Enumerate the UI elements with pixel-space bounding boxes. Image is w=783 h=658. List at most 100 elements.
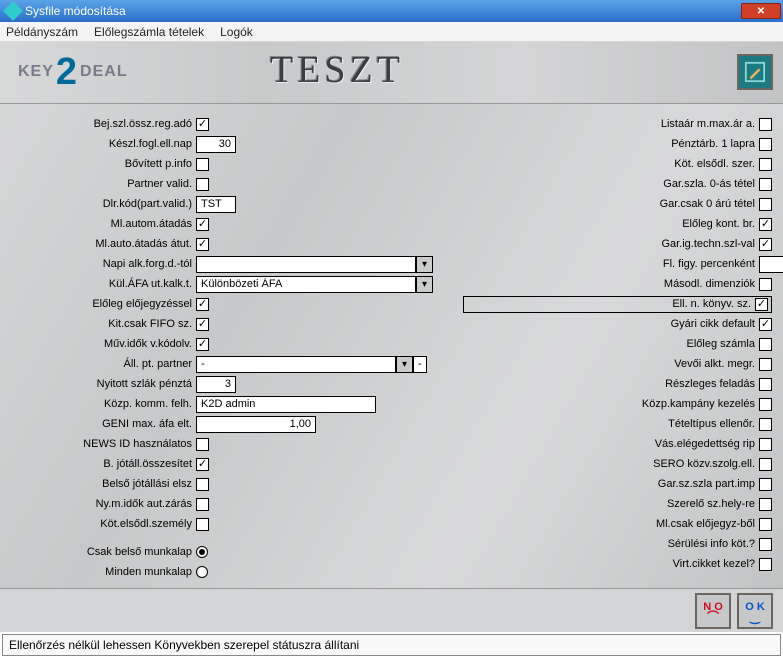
checkbox[interactable] [759,138,772,151]
field-label: Bej.szl.össz.reg.adó [20,118,196,130]
dropdown-button[interactable]: ▾ [396,356,413,373]
form-row: Partner valid. [20,174,433,194]
checkbox[interactable] [759,158,772,171]
field-label: Nyitott szlák pénztá [20,378,196,390]
checkbox[interactable] [196,458,209,471]
text-input[interactable] [759,256,783,273]
checkbox[interactable] [759,198,772,211]
field-label: Csak belső munkalap [20,546,196,558]
field-control [759,158,772,171]
field-control [196,518,209,531]
radio[interactable] [196,546,208,558]
checkbox[interactable] [759,538,772,551]
checkbox[interactable] [196,338,209,351]
checkbox[interactable] [196,218,209,231]
form-row: Bővített p.info [20,154,433,174]
checkbox[interactable] [759,178,772,191]
dropdown-button[interactable]: ▾ [416,256,433,273]
dropdown-input[interactable] [196,356,396,373]
menu-elolegszamla[interactable]: Előlegszámla tételek [94,25,204,39]
form-row: Másodl. dimenziók [463,274,783,294]
form-row: Ml.auto.átadás átut. [20,234,433,254]
form-row: Előleg kont. br. [463,214,783,234]
button-bar: N O ⌒ O K ‿ [0,588,783,632]
field-label: GENI max. áfa elt. [20,418,196,430]
no-button[interactable]: N O ⌒ [695,593,731,629]
checkbox[interactable] [755,298,768,311]
form-row: Belső jótállási elsz [20,474,433,494]
checkbox[interactable] [196,238,209,251]
checkbox[interactable] [759,558,772,571]
form-row: Nyitott szlák pénztá [20,374,433,394]
close-button[interactable]: ✕ [741,3,781,19]
checkbox[interactable] [196,518,209,531]
ok-button[interactable]: O K ‿ [737,593,773,629]
field-label: Gar.ig.techn.szl-val [463,238,759,250]
checkbox[interactable] [759,458,772,471]
field-control [196,478,209,491]
menubar: Példányszám Előlegszámla tételek Logók [0,22,783,42]
form-row: Kit.csak FIFO sz. [20,314,433,334]
checkbox[interactable] [759,498,772,511]
form-row: Ml.autom.átadás [20,214,433,234]
logo-2: 2 [56,57,78,87]
field-label: Tételtípus ellenőr. [463,418,759,430]
checkbox[interactable] [759,318,772,331]
form-row: Műv.idők v.kódolv. [20,334,433,354]
app-icon [3,1,23,21]
field-label: Belső jótállási elsz [20,478,196,490]
field-label: Napi alk.forg.d.-tól [20,258,196,270]
form-row: Minden munkalap [20,562,433,582]
checkbox[interactable] [759,438,772,451]
text-input[interactable] [196,136,236,153]
checkbox[interactable] [196,178,209,191]
checkbox[interactable] [759,518,772,531]
radio[interactable] [196,566,208,578]
form-row: Előleg számla [463,334,783,354]
menu-logok[interactable]: Logók [220,25,253,39]
field-label: Vás.elégedettség rip [463,438,759,450]
checkbox[interactable] [759,278,772,291]
menu-peldanyszam[interactable]: Példányszám [6,25,78,39]
checkbox[interactable] [759,218,772,231]
field-control [196,118,209,131]
field-control [755,298,768,311]
checkbox[interactable] [759,378,772,391]
form-row: Közp.kampány kezelés [463,394,783,414]
field-label: Gar.csak 0 árú tétel [463,198,759,210]
text-input[interactable] [196,196,236,213]
form-row: Készl.fogl.ell.nap [20,134,433,154]
text-input[interactable] [196,376,236,393]
suffix-input[interactable] [413,356,427,373]
checkbox[interactable] [196,478,209,491]
form-row: Közp. komm. felh. [20,394,433,414]
checkbox[interactable] [196,118,209,131]
checkbox[interactable] [196,318,209,331]
checkbox[interactable] [196,498,209,511]
checkbox[interactable] [196,158,209,171]
checkbox[interactable] [196,438,209,451]
checkbox[interactable] [759,398,772,411]
field-label: Ml.auto.átadás átut. [20,238,196,250]
field-control [759,238,772,251]
text-input[interactable] [196,416,316,433]
checkbox[interactable] [759,478,772,491]
checkbox[interactable] [759,338,772,351]
checkbox[interactable] [196,298,209,311]
field-control [759,498,772,511]
field-label: Virt.cikket kezel? [463,558,759,570]
checkbox[interactable] [759,118,772,131]
field-control [759,178,772,191]
edit-button[interactable] [737,54,773,90]
checkbox[interactable] [759,238,772,251]
form-row: Vevői alkt. megr. [463,354,783,374]
text-input[interactable] [196,396,376,413]
field-label: NEWS ID használatos [20,438,196,450]
field-label: SERO közv.szolg.ell. [463,458,759,470]
dropdown-button[interactable]: ▾ [416,276,433,293]
checkbox[interactable] [759,418,772,431]
dropdown-input[interactable] [196,276,416,293]
dropdown-input[interactable] [196,256,416,273]
form-row: Fl. figy. percenként [463,254,783,274]
checkbox[interactable] [759,358,772,371]
